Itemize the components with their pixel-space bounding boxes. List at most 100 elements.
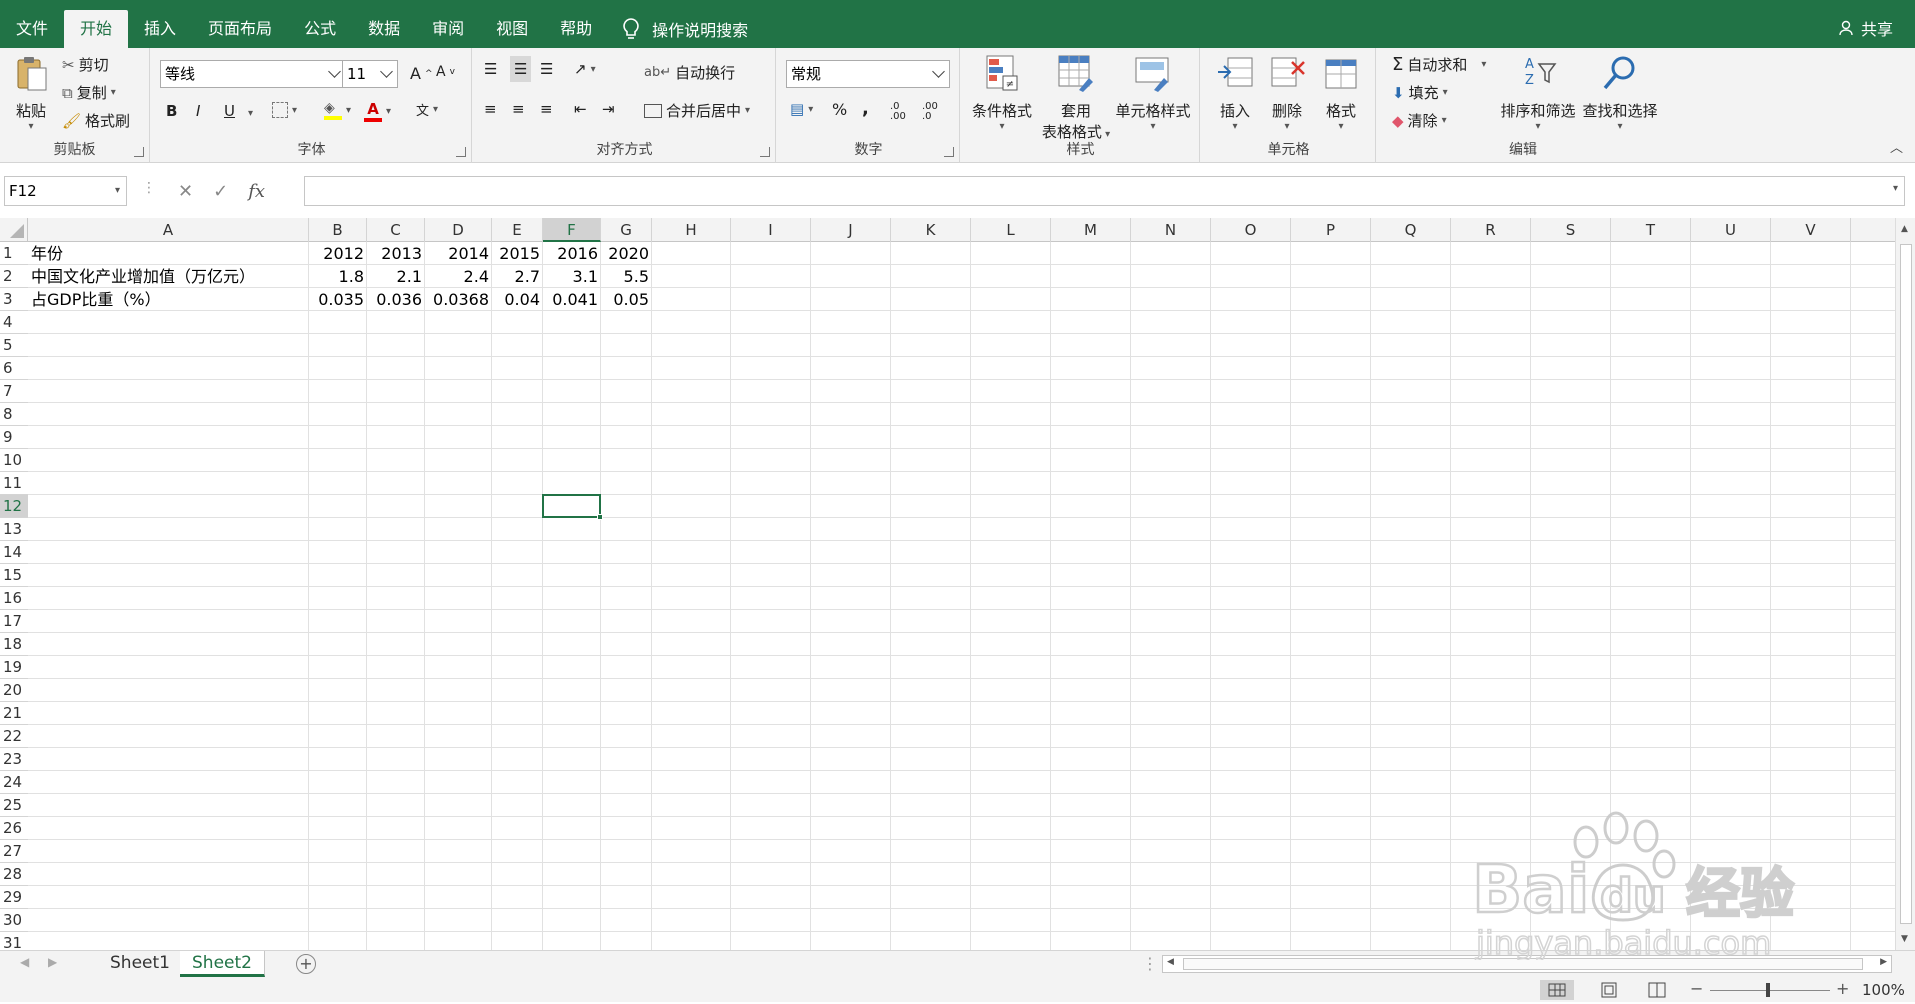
row-header-26[interactable]: 26 (0, 817, 28, 840)
format-as-table-button[interactable]: 套用 表格格式 ▾ (1038, 54, 1114, 142)
column-header-e[interactable]: E (492, 218, 543, 242)
column-header-n[interactable]: N (1131, 218, 1211, 242)
prev-sheet-icon[interactable]: ◀ (20, 955, 29, 969)
font-color-button[interactable]: A ▾ (364, 100, 391, 122)
fill-handle[interactable] (597, 514, 603, 520)
paste-button[interactable]: 粘贴 ▾ (8, 54, 54, 132)
row-header-29[interactable]: 29 (0, 886, 28, 909)
scroll-left-icon[interactable]: ◀ (1167, 957, 1174, 967)
tab-help[interactable]: 帮助 (544, 10, 608, 48)
zoom-in-button[interactable]: + (1836, 979, 1849, 998)
cell-a3[interactable]: 占GDP比重（%） (28, 288, 309, 311)
cell-g2[interactable]: 5.5 (601, 265, 652, 288)
align-center-button[interactable]: ≡ (512, 100, 525, 118)
expand-formula-icon[interactable]: ▾ (1893, 183, 1898, 194)
column-header-o[interactable]: O (1211, 218, 1291, 242)
cell-c1[interactable]: 2013 (367, 242, 425, 265)
row-header-2[interactable]: 2 (0, 265, 28, 288)
row-header-10[interactable]: 10 (0, 449, 28, 472)
bold-button[interactable]: B (166, 102, 177, 120)
vertical-scroll-thumb[interactable] (1900, 244, 1912, 924)
increase-indent-button[interactable]: ⇥ (602, 100, 615, 118)
sheet-tab-sheet2[interactable]: Sheet2 (180, 951, 265, 977)
row-header-24[interactable]: 24 (0, 771, 28, 794)
column-header-j[interactable]: J (811, 218, 891, 242)
collapse-ribbon-icon[interactable]: ︿ (1890, 137, 1903, 156)
row-header-17[interactable]: 17 (0, 610, 28, 633)
align-left-button[interactable]: ≡ (484, 100, 497, 118)
cut-button[interactable]: ✂ 剪切 (62, 54, 109, 75)
cell-e2[interactable]: 2.7 (492, 265, 543, 288)
column-header-u[interactable]: U (1691, 218, 1771, 242)
next-sheet-icon[interactable]: ▶ (48, 955, 57, 969)
fill-button[interactable]: ⬇ 填充 ▾ (1392, 82, 1448, 103)
autosum-button[interactable]: Σ 自动求和 ▾ (1392, 54, 1486, 75)
phonetic-guide-button[interactable]: 文 ▾ (416, 100, 438, 119)
cell-a2[interactable]: 中国文化产业增加值（万亿元） (28, 265, 309, 288)
font-name-select[interactable]: 等线 (160, 60, 346, 88)
italic-button[interactable]: I (196, 102, 200, 120)
horizontal-scrollbar[interactable]: ◀ ▶ (1162, 955, 1892, 973)
page-break-view-button[interactable] (1646, 980, 1668, 1004)
cell-g3[interactable]: 0.05 (601, 288, 652, 311)
sheet-tab-sheet1[interactable]: Sheet1 (98, 951, 183, 977)
row-header-23[interactable]: 23 (0, 748, 28, 771)
zoom-level[interactable]: 100% (1862, 981, 1905, 999)
tab-insert[interactable]: 插入 (128, 10, 192, 48)
tab-page-layout[interactable]: 页面布局 (192, 10, 288, 48)
format-painter-button[interactable]: 🖌 格式刷 (62, 110, 130, 131)
column-header-m[interactable]: M (1051, 218, 1131, 242)
row-header-7[interactable]: 7 (0, 380, 28, 403)
grow-font-button[interactable]: A ^ (410, 64, 433, 83)
increase-decimal-button[interactable]: .0 .00 (890, 102, 916, 122)
tab-formulas[interactable]: 公式 (288, 10, 352, 48)
format-cells-button[interactable]: 格式 ▾ (1314, 54, 1368, 132)
zoom-slider-thumb[interactable] (1766, 983, 1770, 997)
fill-color-button[interactable]: ◈ ▾ (324, 100, 351, 120)
shrink-font-button[interactable]: Av (436, 64, 455, 80)
conditional-format-button[interactable]: ≠ 条件格式 ▾ (968, 54, 1036, 132)
select-all-corner[interactable] (0, 218, 28, 242)
copy-button[interactable]: ⧉ 复制 ▾ (62, 82, 116, 103)
cell-d2[interactable]: 2.4 (425, 265, 492, 288)
cell-area[interactable]: 年份 2012 2013 2014 2015 2016 2020 中国文化产业增加值（万亿元）… (28, 242, 1895, 950)
insert-function-button[interactable]: fx (248, 181, 265, 202)
font-dialog-launcher-icon[interactable] (456, 147, 466, 157)
row-header-3[interactable]: 3 (0, 288, 28, 311)
formula-input[interactable]: ▾ (304, 176, 1905, 206)
cell-d1[interactable]: 2014 (425, 242, 492, 265)
row-header-25[interactable]: 25 (0, 794, 28, 817)
bottom-align-button[interactable]: ☰ (540, 60, 553, 78)
column-header-t[interactable]: T (1611, 218, 1691, 242)
tab-file[interactable]: 文件 (0, 10, 64, 48)
cell-f1[interactable]: 2016 (543, 242, 601, 265)
cell-c2[interactable]: 2.1 (367, 265, 425, 288)
row-header-18[interactable]: 18 (0, 633, 28, 656)
row-header-30[interactable]: 30 (0, 909, 28, 932)
enter-check-icon[interactable]: ✓ (213, 181, 228, 202)
row-header-6[interactable]: 6 (0, 357, 28, 380)
selected-cell[interactable] (542, 494, 601, 518)
scroll-right-icon[interactable]: ▶ (1880, 957, 1887, 967)
decrease-decimal-button[interactable]: .00 .0 (922, 102, 948, 122)
insert-cells-button[interactable]: 插入 ▾ (1210, 54, 1260, 132)
row-header-31[interactable]: 31 (0, 932, 28, 950)
column-header-f[interactable]: F (543, 218, 601, 242)
cell-f3[interactable]: 0.041 (543, 288, 601, 311)
column-header-s[interactable]: S (1531, 218, 1611, 242)
column-header-l[interactable]: L (971, 218, 1051, 242)
row-header-16[interactable]: 16 (0, 587, 28, 610)
cell-d3[interactable]: 0.0368 (425, 288, 492, 311)
row-header-8[interactable]: 8 (0, 403, 28, 426)
accounting-format-button[interactable]: ▤ ▾ (790, 100, 813, 118)
name-box[interactable]: F12 ▾ (4, 176, 127, 206)
orientation-button[interactable]: ↗ ▾ (574, 60, 596, 78)
clipboard-dialog-launcher-icon[interactable] (134, 147, 144, 157)
alignment-dialog-launcher-icon[interactable] (760, 147, 770, 157)
number-dialog-launcher-icon[interactable] (944, 147, 954, 157)
tab-review[interactable]: 审阅 (416, 10, 480, 48)
number-format-select[interactable]: 常规 (786, 60, 950, 88)
top-align-button[interactable]: ☰ (484, 60, 497, 78)
row-header-22[interactable]: 22 (0, 725, 28, 748)
cell-f2[interactable]: 3.1 (543, 265, 601, 288)
